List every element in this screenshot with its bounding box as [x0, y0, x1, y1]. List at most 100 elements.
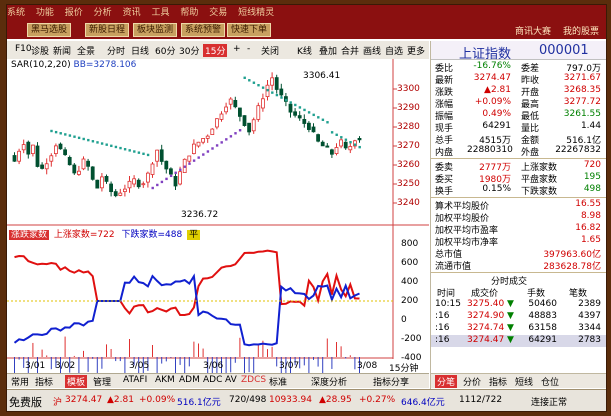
stat-value: 283628.78亿	[543, 262, 601, 272]
15min-button[interactable]: 15分	[203, 44, 228, 57]
candle-body	[77, 170, 81, 175]
candle-body	[178, 171, 183, 185]
menu-item[interactable]: 资讯	[123, 8, 141, 18]
tab-standard[interactable]: 标准	[269, 375, 287, 388]
menu-item[interactable]: 帮助	[180, 8, 198, 18]
trade-volume: 63158	[528, 323, 557, 333]
trade-price: 3274.47	[467, 335, 505, 345]
ipo-schedule-button[interactable]: 新股日程	[85, 23, 130, 37]
my-stocks-link[interactable]: 我的股票	[563, 24, 599, 37]
menu-item[interactable]: 工具	[151, 8, 169, 18]
sar-dot	[298, 106, 302, 109]
tab-akm[interactable]: AKM	[155, 375, 175, 385]
tab-ticks[interactable]: 分笔	[435, 375, 458, 388]
trade-volume: 50460	[528, 299, 557, 309]
overlay-button[interactable]: 叠加	[319, 44, 337, 57]
trade-direction-icon: ▼	[507, 323, 514, 333]
indicator-name[interactable]: 涨跌家数	[9, 230, 50, 240]
quote-row: 现手 64291 量比 1.44	[431, 121, 606, 134]
sh-pct: +0.09%	[139, 395, 176, 405]
trade-time: 10:15	[435, 299, 461, 309]
sar-dot	[91, 140, 95, 143]
intraday-button[interactable]: 分时	[107, 44, 125, 57]
sar-dot	[202, 153, 205, 156]
stat-value: 1.65	[580, 235, 601, 245]
f10-button[interactable]: F10	[15, 44, 32, 54]
menu-row: 系统 功能 报价 分析 资讯 工具 帮助 交易 短线精灵	[7, 5, 606, 19]
menu-item[interactable]: 系统	[7, 8, 25, 18]
y-tick: 3300	[397, 84, 420, 94]
y-tick: 3250	[397, 179, 420, 189]
zoom-out-button[interactable]: -	[247, 44, 250, 54]
watchlist-button[interactable]: 自选	[385, 44, 403, 57]
candle-body	[150, 163, 155, 175]
high-price-label: 3306.41	[303, 71, 341, 81]
quick-order-button[interactable]: 快速下单	[227, 23, 272, 37]
candle-body	[132, 178, 136, 185]
tab-manage[interactable]: 管理	[93, 375, 111, 388]
tab-adm[interactable]: ADM	[179, 375, 200, 385]
x-tick: 3/07	[279, 361, 300, 371]
close-button[interactable]: 关闭	[261, 44, 279, 57]
tab-deep-analysis[interactable]: 深度分析	[311, 375, 347, 388]
breadth-value: 720	[583, 160, 601, 170]
diagnose-button[interactable]: 诊股	[31, 44, 49, 57]
news-button[interactable]: 新闻	[53, 44, 71, 57]
breadth-row: 换手 0.15% 下跌家数 498	[431, 184, 606, 197]
menu-item[interactable]: 报价	[65, 8, 83, 18]
kline-chart-area[interactable]: SAR(10,2,20) BB=3278.106 3306.41 3236.72…	[7, 59, 429, 374]
sar-dot	[252, 81, 256, 84]
60min-button[interactable]: 60分	[155, 44, 175, 57]
connection-status[interactable]: 连接正常	[531, 395, 567, 408]
tab-indicator[interactable]: 指标	[35, 375, 53, 388]
tab-position[interactable]: 仓位	[541, 375, 559, 388]
sar-dot	[335, 133, 338, 136]
sar-dot	[192, 159, 196, 162]
candle-body	[214, 118, 219, 128]
candle-body	[348, 146, 353, 151]
quote-label: 外盘	[521, 148, 540, 158]
stat-row: 加权平均市盈率 16.82	[431, 223, 606, 236]
tab-indicator-panel[interactable]: 指标	[489, 375, 507, 388]
30min-button[interactable]: 30分	[179, 44, 199, 57]
tab-common[interactable]: 常用	[11, 375, 29, 388]
menu-item[interactable]: 交易	[209, 8, 227, 18]
kline-button[interactable]: K线	[297, 44, 312, 57]
down-count-label: 下跌家数=488	[121, 230, 183, 240]
sar-dot	[105, 143, 108, 146]
ind-tick: 200	[401, 296, 419, 306]
draw-button[interactable]: 画线	[363, 44, 381, 57]
tab-price-dist[interactable]: 分价	[463, 375, 481, 388]
tab-adc[interactable]: ADC	[203, 375, 222, 385]
sector-monitor-button[interactable]: 板块监测	[133, 23, 178, 37]
more-button[interactable]: 更多	[407, 44, 425, 57]
sh-amount: 516.1亿元	[177, 398, 221, 408]
tab-shortline[interactable]: 短线	[515, 375, 533, 388]
system-alert-button[interactable]: 系统预警	[181, 23, 226, 37]
menu-item[interactable]: 功能	[36, 8, 54, 18]
quote-row: 总手 4515万 金额 516.1亿	[431, 133, 606, 146]
tab-zdcs[interactable]: ZDCS	[241, 375, 266, 385]
tab-atafi[interactable]: ATAFI	[123, 375, 147, 385]
sar-dot	[160, 180, 164, 184]
edition-label: 免费版	[9, 396, 42, 409]
tab-av[interactable]: AV	[225, 375, 237, 385]
trades-header: 时间 成交价 手数 笔数	[431, 286, 606, 299]
candle-body	[306, 122, 311, 130]
candle-body	[168, 168, 173, 175]
menu-item[interactable]: 分析	[94, 8, 112, 18]
tab-indicator-share[interactable]: 指标分享	[373, 375, 409, 388]
contest-link[interactable]: 商讯大赛	[515, 24, 551, 37]
sar-dot	[133, 150, 136, 153]
daily-button[interactable]: 日线	[131, 44, 149, 57]
menu-item[interactable]: 短线精灵	[238, 8, 274, 18]
dark-horse-button[interactable]: 黑马选股	[27, 23, 72, 37]
trade-count: 4397	[578, 311, 601, 321]
merge-button[interactable]: 合并	[341, 44, 359, 57]
candle-body	[118, 192, 123, 196]
tab-template[interactable]: 模板	[65, 375, 88, 388]
x-tick: 3/05	[129, 361, 150, 371]
candle-body	[270, 77, 275, 86]
zoom-in-button[interactable]: +	[233, 44, 241, 54]
panorama-button[interactable]: 全景	[77, 44, 95, 57]
